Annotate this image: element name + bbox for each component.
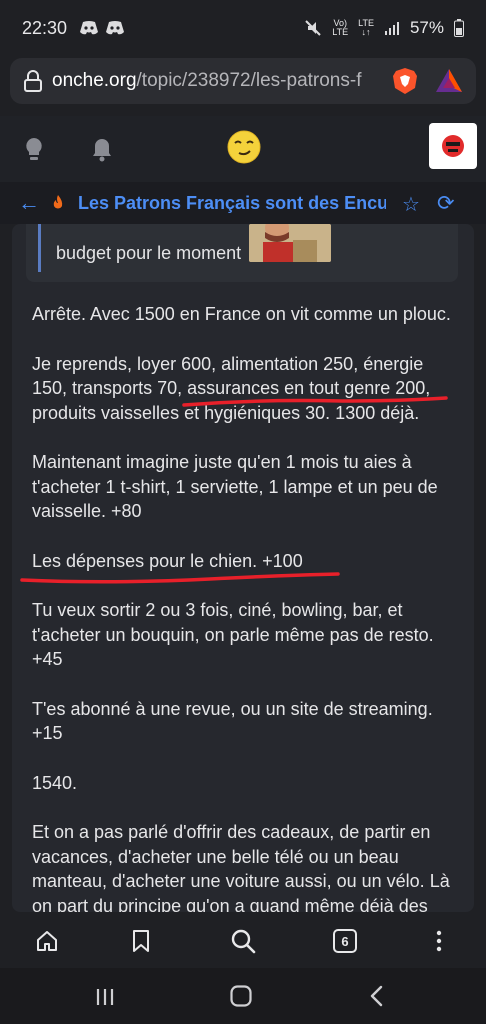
post-paragraph: Arrête. Avec 1500 en France on vit comme… xyxy=(32,304,451,324)
url-text[interactable]: onche.org/topic/238972/les-patrons-f xyxy=(52,70,382,92)
post-paragraph: Je reprends, loyer 600, alimentation 250… xyxy=(32,353,431,423)
more-menu-icon[interactable] xyxy=(424,926,454,956)
tabs-button[interactable]: 6 xyxy=(330,926,360,956)
flame-icon xyxy=(53,195,63,209)
bookmark-icon[interactable] xyxy=(126,926,156,956)
refresh-icon[interactable]: ⟳ xyxy=(437,191,455,216)
signal-icon xyxy=(384,22,399,35)
avatar-face-icon xyxy=(442,135,464,157)
bell-icon[interactable] xyxy=(87,134,117,164)
avatar[interactable] xyxy=(429,123,477,169)
quote-text: budget pour le moment xyxy=(56,243,242,263)
post-paragraph: Et on a pas parlé d'offrir des cadeaux, … xyxy=(32,822,450,912)
lightbulb-icon[interactable] xyxy=(19,134,49,164)
home-icon[interactable] xyxy=(32,926,62,956)
discord-icon xyxy=(106,21,125,35)
post-body: Arrête. Avec 1500 en France on vit comme… xyxy=(32,302,462,912)
post-paragraph: 1540. xyxy=(32,772,78,793)
recent-apps-icon[interactable] xyxy=(94,984,116,1015)
quote-block: budget pour le moment xyxy=(26,224,458,282)
mascot-emoji-icon[interactable] xyxy=(226,129,262,165)
back-button-icon[interactable] xyxy=(367,984,387,1015)
post-paragraph: T'es abonné à une revue, ou un site de s… xyxy=(32,698,433,744)
star-icon[interactable]: ☆ xyxy=(402,192,420,217)
back-arrow-icon[interactable]: ← xyxy=(18,190,42,216)
lock-icon[interactable] xyxy=(22,70,44,92)
status-bar: 22:30 Vo) LTE LTE ↓↑ 57% xyxy=(0,0,486,56)
tabs-count: 6 xyxy=(333,929,357,953)
search-icon[interactable] xyxy=(228,926,258,956)
mute-icon xyxy=(305,20,321,36)
volte-indicator: Vo) LTE xyxy=(332,18,349,37)
post-paragraph: Les dépenses pour le chien. +100 xyxy=(32,550,303,571)
home-button-icon[interactable] xyxy=(229,984,253,1015)
post-card: budget pour le moment Arrête. Avec 1500 … xyxy=(12,224,474,912)
battery-icon xyxy=(454,19,464,37)
clock: 22:30 xyxy=(22,17,68,38)
system-indicators: Vo) LTE LTE ↓↑ 57% xyxy=(304,18,464,38)
quote-bar xyxy=(38,224,41,272)
lte-indicator: LTE ↓↑ xyxy=(358,18,374,37)
brave-shields-icon[interactable] xyxy=(390,66,420,96)
post-paragraph: Maintenant imagine juste qu'en 1 mois tu… xyxy=(32,452,438,521)
sticker-image xyxy=(249,224,331,262)
topic-title[interactable]: Les Patrons Français sont des Enculé xyxy=(78,193,386,214)
system-navigation-bar xyxy=(0,968,486,1024)
discord-icon xyxy=(80,21,99,35)
topic-header: ← Les Patrons Français sont des Enculé ☆… xyxy=(0,182,486,224)
address-bar[interactable]: onche.org/topic/238972/les-patrons-f xyxy=(10,58,476,104)
browser-bottom-bar: 6 xyxy=(0,912,486,968)
notification-icons xyxy=(79,20,125,36)
battery-percent: 57% xyxy=(409,18,444,37)
post-paragraph: Tu veux sortir 2 ou 3 fois, ciné, bowlin… xyxy=(32,600,434,669)
brave-rewards-icon[interactable] xyxy=(434,66,464,96)
